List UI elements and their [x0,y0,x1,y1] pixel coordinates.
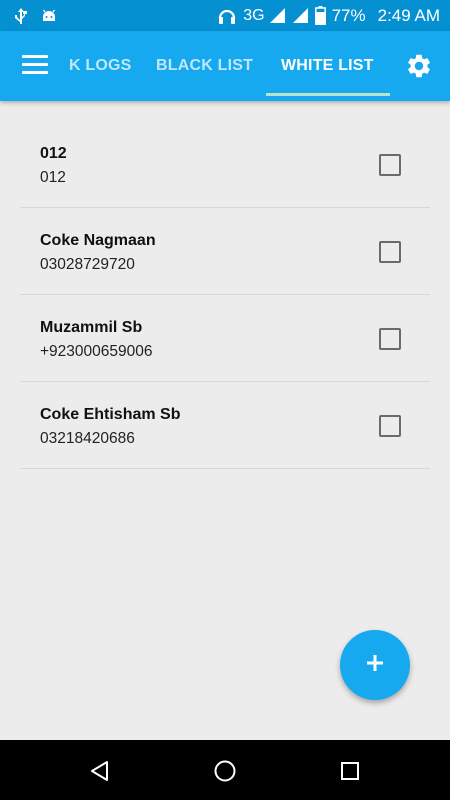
recents-icon[interactable] [338,759,362,783]
add-contact-button[interactable] [340,630,410,700]
select-checkbox[interactable] [379,415,401,437]
signal-icon [269,7,286,24]
contact-name: 012 [40,145,67,162]
contact-number: 012 [40,169,66,186]
hamburger-icon[interactable] [22,55,48,75]
select-checkbox[interactable] [379,154,401,176]
tab-strip: K LOGS BLACK LIST WHITE LIST [68,31,390,101]
list-item[interactable]: 012 012 [20,121,430,208]
contact-number: +923000659006 [40,343,153,360]
app-bar: K LOGS BLACK LIST WHITE LIST [0,31,450,101]
battery-icon [314,6,326,25]
signal-icon [292,7,309,24]
network-type: 3G [243,6,265,24]
list-item[interactable]: Coke Ehtisham Sb 03218420686 [20,382,430,469]
tab-call-logs[interactable]: K LOGS [69,31,132,101]
contact-number: 03028729720 [40,256,135,273]
plus-icon [366,654,384,677]
list-item[interactable]: Muzammil Sb +923000659006 [20,295,430,382]
status-left [14,7,58,25]
navigation-bar [0,740,450,800]
tab-white-list[interactable]: WHITE LIST [281,31,374,101]
list-item[interactable]: Coke Nagmaan 03028729720 [20,208,430,295]
tab-black-list[interactable]: BLACK LIST [156,31,253,101]
tab-indicator [266,93,390,96]
contact-number: 03218420686 [40,430,135,447]
clock: 2:49 AM [377,5,440,25]
gear-icon[interactable] [405,52,433,80]
headset-icon [217,7,237,25]
battery-percent: 77% [331,5,366,25]
status-bar: 3G 77% 2:49 AM [0,0,450,31]
status-right: 3G 77% 2:49 AM [217,6,440,26]
contact-name: Muzammil Sb [40,319,143,336]
contact-name: Coke Nagmaan [40,232,156,249]
contact-name: Coke Ehtisham Sb [40,406,181,423]
usb-icon [14,7,28,25]
select-checkbox[interactable] [379,328,401,350]
back-icon[interactable] [88,759,112,783]
home-icon[interactable] [213,759,237,783]
android-debug-icon [40,7,58,25]
select-checkbox[interactable] [379,241,401,263]
white-list: 012 012 Coke Nagmaan 03028729720 Muzammi… [20,121,430,469]
